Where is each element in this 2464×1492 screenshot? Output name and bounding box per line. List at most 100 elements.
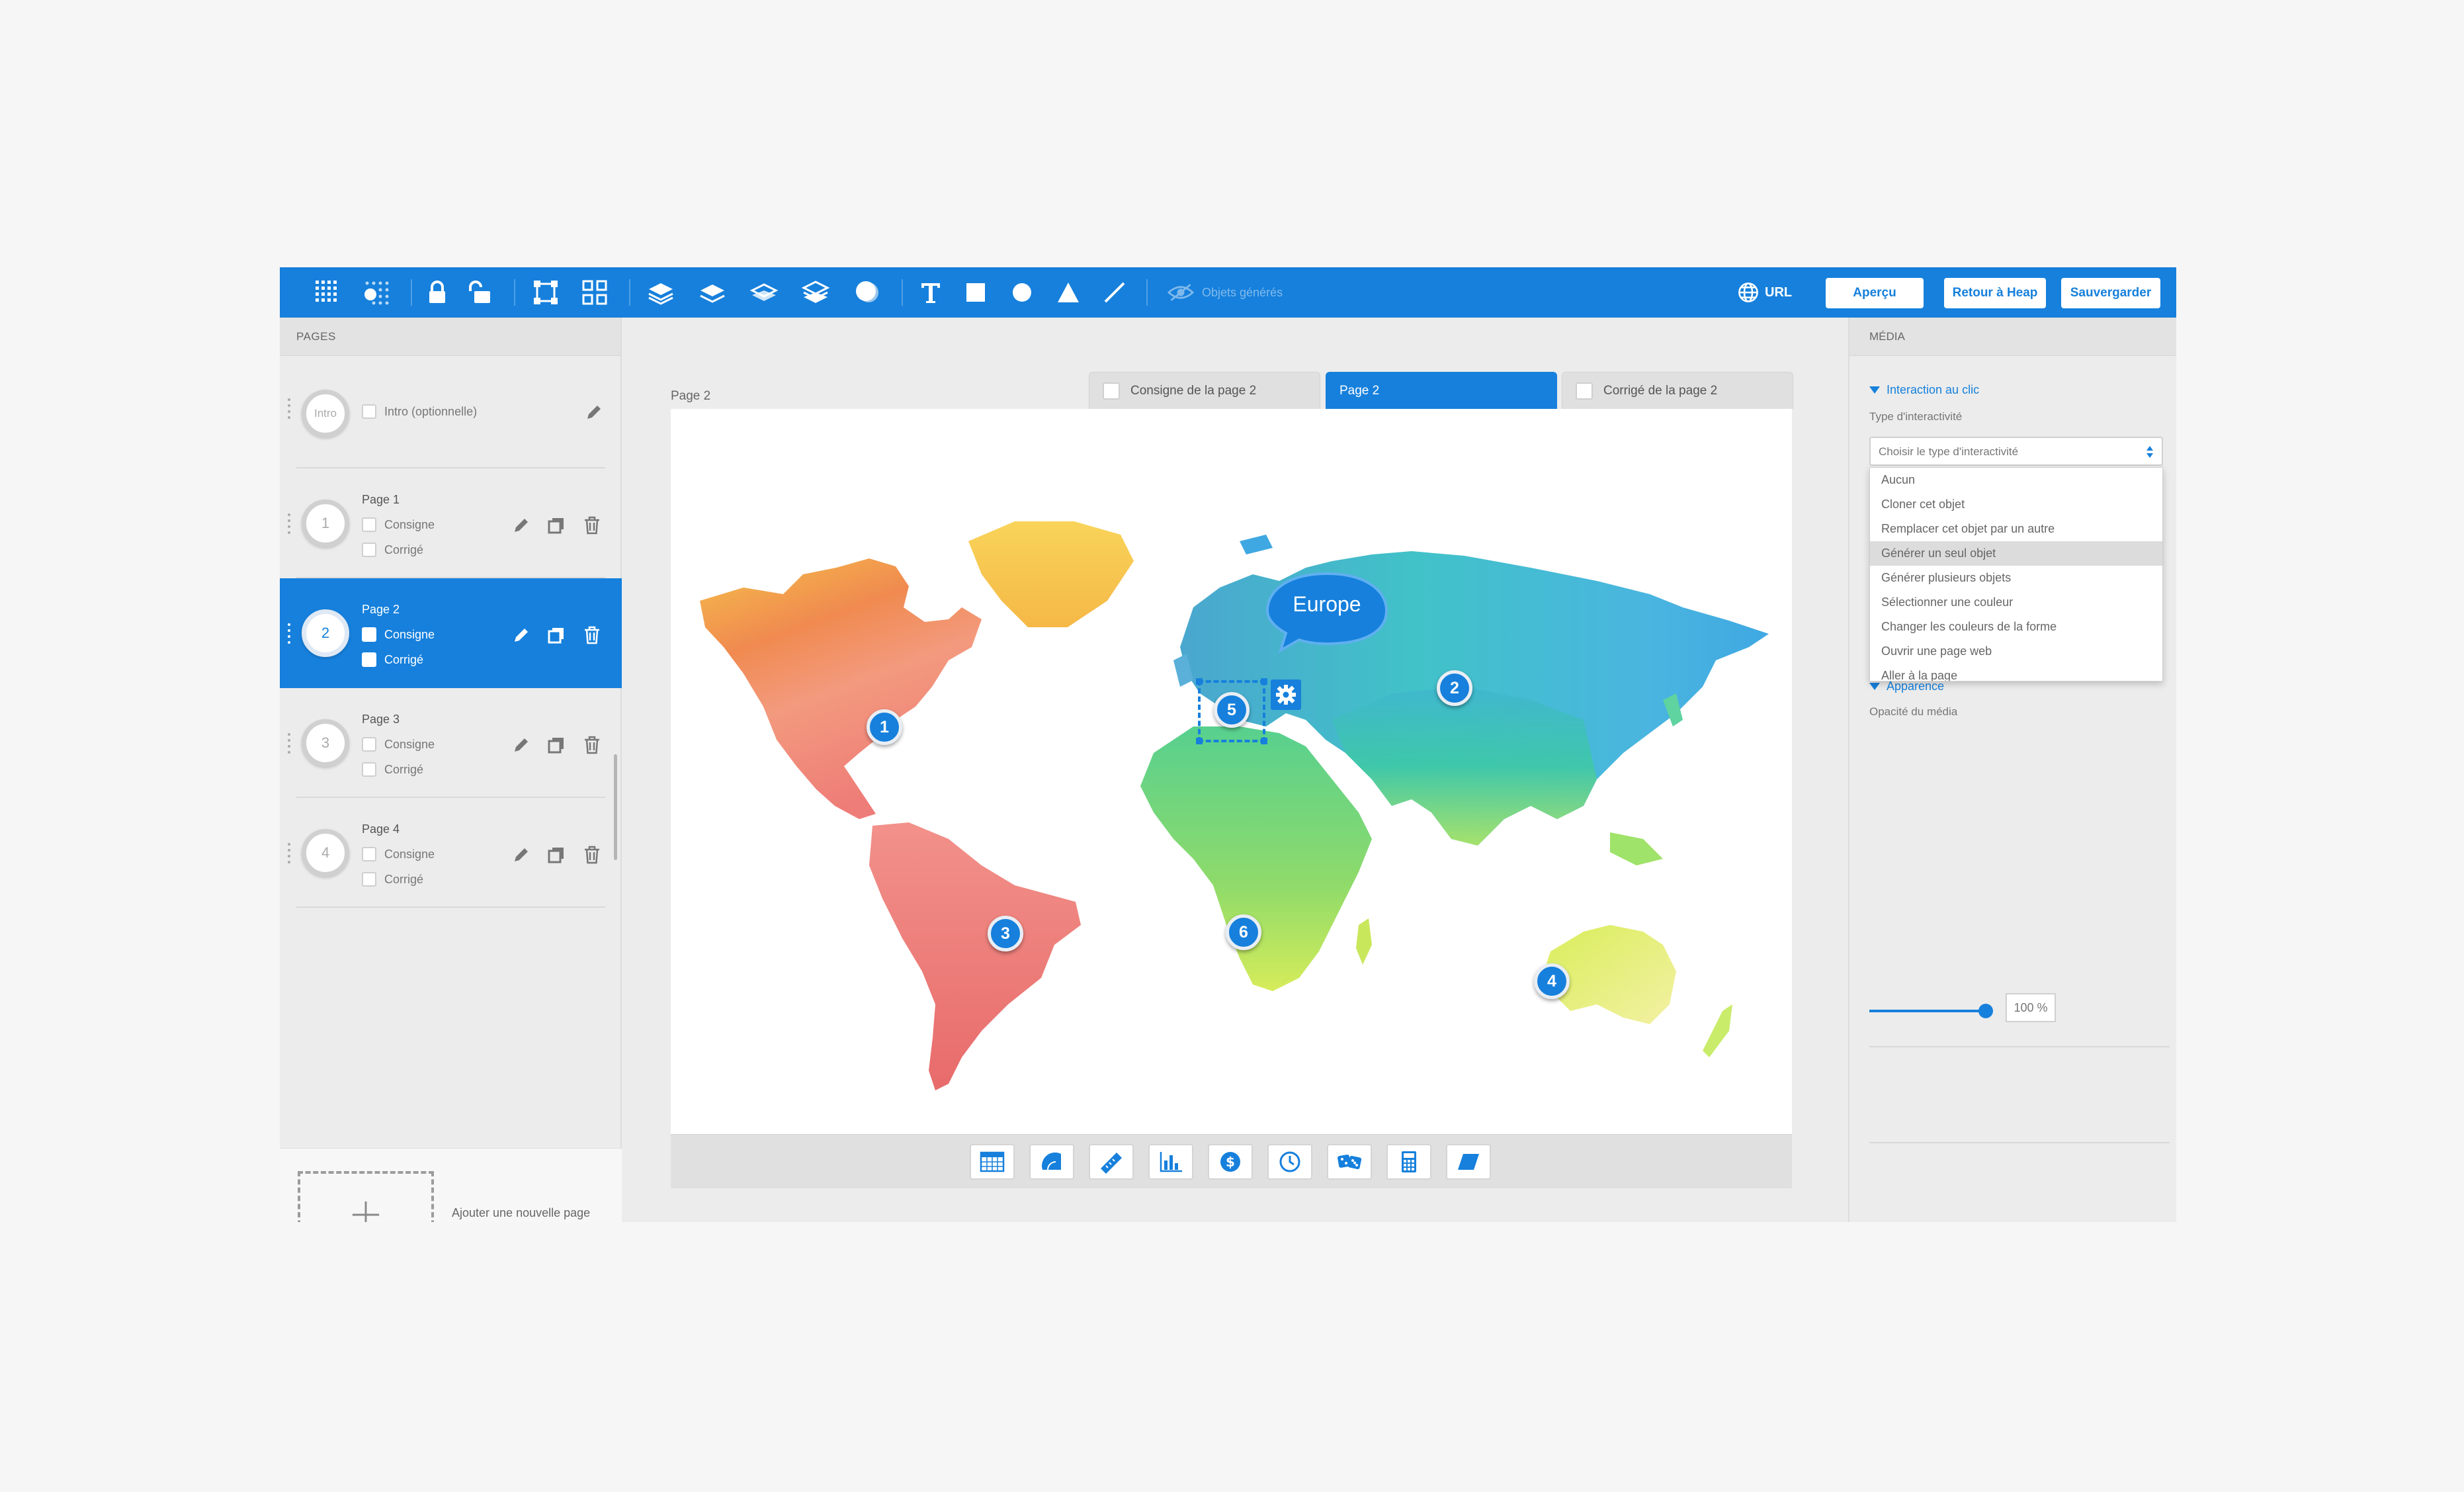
corrige-checkbox[interactable] (362, 543, 376, 557)
bring-to-front-icon[interactable] (646, 278, 675, 307)
page-row-2[interactable]: 2 Page 2 Consigne Corrigé (280, 578, 622, 688)
duplicate-icon[interactable] (546, 625, 566, 645)
dropdown-option[interactable]: Ouvrir une page web (1870, 639, 2162, 664)
edit-icon[interactable] (511, 845, 531, 865)
corrige-line[interactable]: Corrigé (362, 871, 423, 888)
grid-icon[interactable] (313, 278, 342, 307)
corrige-line[interactable]: Corrigé (362, 761, 423, 778)
drag-handle-icon[interactable] (288, 623, 293, 646)
calculator-icon[interactable] (1386, 1144, 1431, 1180)
preview-button[interactable]: Aperçu (1826, 278, 1924, 308)
dropdown-option[interactable]: Aucun (1870, 468, 2162, 492)
save-button[interactable]: Sauvergarder (2061, 278, 2160, 308)
consigne-line[interactable]: Consigne (362, 846, 435, 863)
clock-icon[interactable] (1267, 1144, 1312, 1180)
edit-icon[interactable] (511, 625, 531, 645)
page-row-1[interactable]: 1 Page 1 Consigne Corrigé (280, 468, 622, 578)
corrige-checkbox[interactable] (362, 762, 376, 777)
drag-handle-icon[interactable] (288, 733, 293, 756)
ungroup-icon[interactable] (580, 278, 609, 307)
duplicate-icon[interactable] (546, 735, 566, 755)
corrige-line[interactable]: Corrigé (362, 651, 423, 668)
dropdown-option[interactable]: Générer plusieurs objets (1870, 566, 2162, 590)
drag-handle-icon[interactable] (288, 398, 293, 421)
trash-icon[interactable] (582, 735, 602, 755)
table-icon[interactable] (970, 1144, 1015, 1180)
page-row-4[interactable]: 4 Page 4 Consigne Corrigé (280, 798, 622, 908)
interactivity-type-select[interactable]: Choisir le type d'interactivité (1869, 437, 2163, 466)
dropdown-option[interactable]: Changer les couleurs de la forme (1870, 615, 2162, 639)
edit-icon[interactable] (511, 735, 531, 755)
lock-icon[interactable] (423, 278, 452, 307)
map-marker-6[interactable]: 6 (1226, 914, 1261, 950)
map-marker-3[interactable]: 3 (988, 916, 1023, 951)
circle-tool-icon[interactable] (1007, 278, 1037, 307)
consigne-line[interactable]: Consigne (362, 516, 435, 533)
duplicate-icon[interactable] (546, 515, 566, 535)
ruler-icon[interactable] (1089, 1144, 1134, 1180)
edit-icon[interactable] (584, 402, 604, 422)
page-canvas[interactable]: Europe 1 2 3 4 5 6 (671, 409, 1792, 1134)
intro-checkbox-line[interactable]: Intro (optionnelle) (362, 403, 477, 420)
triangle-tool-icon[interactable] (1054, 278, 1083, 307)
opacity-slider-knob[interactable] (1978, 1004, 1993, 1018)
shadow-icon[interactable] (853, 278, 882, 307)
snap-grid-icon[interactable] (362, 278, 391, 307)
map-marker-5[interactable]: 5 (1214, 692, 1250, 728)
tab-consigne-checkbox[interactable] (1103, 382, 1120, 400)
consigne-checkbox[interactable] (362, 517, 376, 532)
opacity-value-field[interactable]: 100 % (2006, 993, 2056, 1022)
tab-corrige-checkbox[interactable] (1576, 382, 1593, 400)
page-row-3[interactable]: 3 Page 3 Consigne Corrigé (280, 688, 622, 798)
dropdown-option[interactable]: Remplacer cet objet par un autre (1870, 517, 2162, 541)
dropdown-option[interactable]: Sélectionner une couleur (1870, 590, 2162, 615)
corrige-checkbox[interactable] (362, 652, 376, 667)
drag-handle-icon[interactable] (288, 843, 293, 865)
drag-handle-icon[interactable] (288, 513, 293, 536)
consigne-line[interactable]: Consigne (362, 626, 435, 643)
interaction-section-toggle[interactable]: Interaction au clic (1869, 381, 1979, 398)
intro-checkbox[interactable] (362, 404, 376, 419)
trash-icon[interactable] (582, 625, 602, 645)
opacity-slider[interactable] (1869, 1004, 1993, 1018)
dice-icon[interactable] (1327, 1144, 1372, 1180)
settings-gear-icon[interactable] (1271, 680, 1301, 710)
tab-consigne[interactable]: Consigne de la page 2 (1089, 372, 1320, 409)
consigne-checkbox[interactable] (362, 737, 376, 752)
corrige-checkbox[interactable] (362, 872, 376, 887)
unlock-icon[interactable] (465, 278, 494, 307)
page-row-intro[interactable]: Intro Intro (optionnelle) (280, 359, 622, 468)
parallelogram-icon[interactable] (1446, 1144, 1491, 1180)
consigne-checkbox[interactable] (362, 627, 376, 642)
line-tool-icon[interactable] (1100, 278, 1129, 307)
consigne-line[interactable]: Consigne (362, 736, 435, 753)
trash-icon[interactable] (582, 515, 602, 535)
rectangle-tool-icon[interactable] (961, 278, 990, 307)
back-to-heap-button[interactable]: Retour à Heap (1944, 278, 2046, 308)
edit-icon[interactable] (511, 515, 531, 535)
consigne-checkbox[interactable] (362, 847, 376, 861)
dollar-icon[interactable]: $ (1208, 1144, 1253, 1180)
group-icon[interactable] (531, 278, 560, 307)
tab-page[interactable]: Page 2 (1326, 372, 1557, 409)
map-marker-2[interactable]: 2 (1437, 670, 1472, 706)
map-marker-1[interactable]: 1 (867, 709, 902, 745)
duplicate-icon[interactable] (546, 845, 566, 865)
add-page-button[interactable] (298, 1171, 434, 1222)
trash-icon[interactable] (582, 845, 602, 865)
url-button[interactable]: URL (1737, 281, 1792, 304)
bring-forward-icon[interactable] (698, 278, 727, 307)
bar-chart-icon[interactable] (1148, 1144, 1193, 1180)
corrige-line[interactable]: Corrigé (362, 541, 423, 558)
send-backward-icon[interactable] (749, 278, 779, 307)
generated-objects-toggle[interactable]: Objets générés (1168, 282, 1283, 303)
send-to-back-icon[interactable] (801, 278, 830, 307)
text-tool-icon[interactable] (916, 278, 945, 307)
europe-bubble[interactable]: Europe (1265, 570, 1389, 653)
dropdown-option[interactable]: Aller à la page (1870, 664, 2162, 681)
tab-corrige[interactable]: Corrigé de la page 2 (1562, 372, 1793, 409)
protractor-icon[interactable] (1029, 1144, 1074, 1180)
pages-scrollbar[interactable] (614, 754, 617, 860)
dropdown-option[interactable]: Cloner cet objet (1870, 492, 2162, 517)
dropdown-option[interactable]: Générer un seul objet (1870, 541, 2162, 566)
